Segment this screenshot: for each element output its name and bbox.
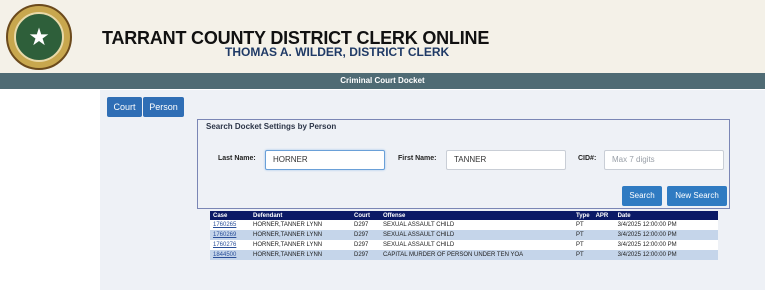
case-cell: 1844500 bbox=[210, 250, 250, 260]
case-cell: 1760265 bbox=[210, 220, 250, 230]
column-header-court[interactable]: Court bbox=[351, 211, 380, 220]
court-cell: D297 bbox=[351, 250, 380, 260]
site-subtitle: THOMAS A. WILDER, DISTRICT CLERK bbox=[225, 45, 450, 59]
case-link[interactable]: 1760269 bbox=[213, 232, 236, 238]
type-cell: PT bbox=[573, 240, 593, 250]
date-cell: 3/4/2025 12:00:00 PM bbox=[614, 250, 718, 260]
apr-cell bbox=[592, 230, 615, 240]
type-cell: PT bbox=[573, 220, 593, 230]
defendant-cell: HORNER,TANNER LYNN bbox=[250, 240, 351, 250]
cid-label: CID#: bbox=[578, 155, 597, 162]
defendant-cell: HORNER,TANNER LYNN bbox=[250, 220, 351, 230]
first-name-input[interactable]: TANNER bbox=[446, 150, 566, 170]
apr-cell bbox=[592, 220, 615, 230]
column-header-date[interactable]: Date bbox=[614, 211, 718, 220]
court-cell: D297 bbox=[351, 220, 380, 230]
county-seal-icon: ★ bbox=[6, 4, 72, 70]
column-header-defendant[interactable]: Defendant bbox=[250, 211, 351, 220]
case-link[interactable]: 1760276 bbox=[213, 242, 236, 248]
apr-cell bbox=[592, 250, 615, 260]
docket-bar: Criminal Court Docket bbox=[0, 73, 765, 89]
seal-center: ★ bbox=[14, 12, 64, 62]
offense-cell: SEXUAL ASSAULT CHILD bbox=[380, 230, 573, 240]
tab-person[interactable]: Person bbox=[143, 97, 184, 117]
court-cell: D297 bbox=[351, 240, 380, 250]
column-header-offense[interactable]: Offense bbox=[380, 211, 573, 220]
docket-bar-label: Criminal Court Docket bbox=[340, 76, 425, 85]
cid-input[interactable]: Max 7 digits bbox=[604, 150, 724, 170]
offense-cell: CAPITAL MURDER OF PERSON UNDER TEN YOA bbox=[380, 250, 573, 260]
offense-cell: SEXUAL ASSAULT CHILD bbox=[380, 240, 573, 250]
results-table: Case Defendant Court Offense Type APR Da… bbox=[210, 211, 718, 260]
case-link[interactable]: 1844500 bbox=[213, 252, 236, 258]
column-header-case[interactable]: Case bbox=[210, 211, 250, 220]
new-search-button[interactable]: New Search bbox=[667, 186, 727, 206]
case-link[interactable]: 1760265 bbox=[213, 222, 236, 228]
search-button[interactable]: Search bbox=[622, 186, 662, 206]
offense-cell: SEXUAL ASSAULT CHILD bbox=[380, 220, 573, 230]
tab-court[interactable]: Court bbox=[107, 97, 142, 117]
type-cell: PT bbox=[573, 230, 593, 240]
court-cell: D297 bbox=[351, 230, 380, 240]
table-row: 1844500 HORNER,TANNER LYNN D297 CAPITAL … bbox=[210, 250, 718, 260]
date-cell: 3/4/2025 12:00:00 PM bbox=[614, 240, 718, 250]
case-cell: 1760276 bbox=[210, 240, 250, 250]
last-name-input[interactable]: HORNER bbox=[265, 150, 385, 170]
defendant-cell: HORNER,TANNER LYNN bbox=[250, 230, 351, 240]
star-icon: ★ bbox=[28, 23, 50, 51]
search-heading: Search Docket Settings by Person bbox=[206, 122, 337, 131]
column-header-type[interactable]: Type bbox=[573, 211, 593, 220]
first-name-label: First Name: bbox=[398, 155, 437, 162]
date-cell: 3/4/2025 12:00:00 PM bbox=[614, 230, 718, 240]
table-row: 1760265 HORNER,TANNER LYNN D297 SEXUAL A… bbox=[210, 220, 718, 230]
column-header-apr[interactable]: APR bbox=[592, 211, 615, 220]
defendant-cell: HORNER,TANNER LYNN bbox=[250, 250, 351, 260]
type-cell: PT bbox=[573, 250, 593, 260]
table-row: 1760269 HORNER,TANNER LYNN D297 SEXUAL A… bbox=[210, 230, 718, 240]
case-cell: 1760269 bbox=[210, 230, 250, 240]
table-row: 1760276 HORNER,TANNER LYNN D297 SEXUAL A… bbox=[210, 240, 718, 250]
date-cell: 3/4/2025 12:00:00 PM bbox=[614, 220, 718, 230]
table-header-row: Case Defendant Court Offense Type APR Da… bbox=[210, 211, 718, 220]
last-name-label: Last Name: bbox=[218, 155, 256, 162]
apr-cell bbox=[592, 240, 615, 250]
